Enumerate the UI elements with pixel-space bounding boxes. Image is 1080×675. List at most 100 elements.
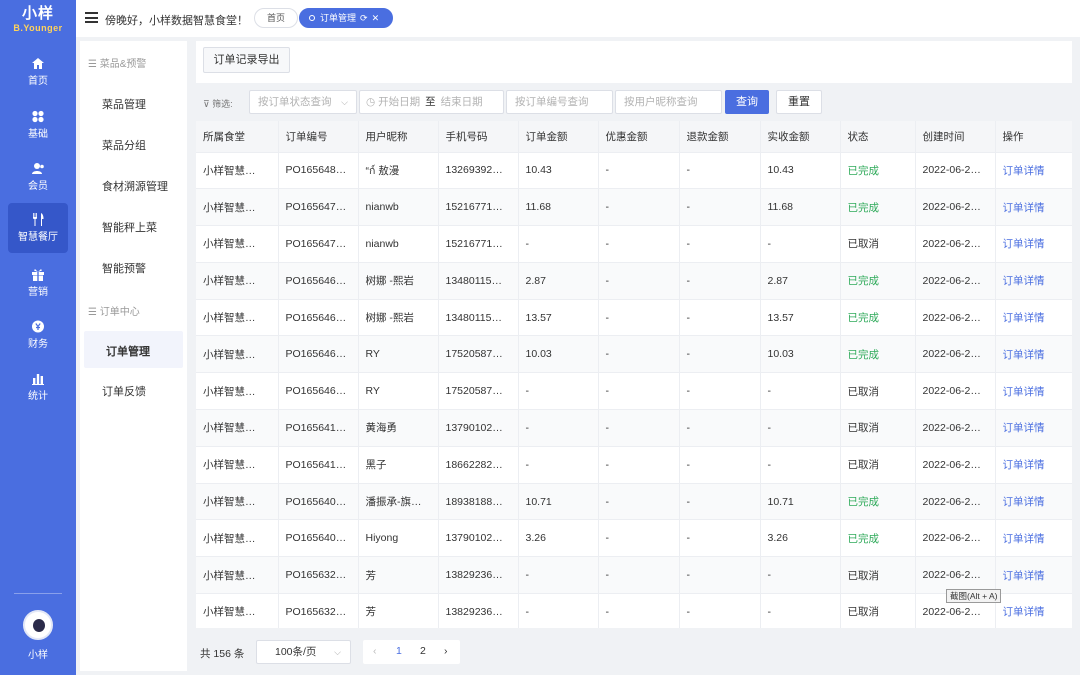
table-cell: - [760, 225, 841, 263]
avatar[interactable] [23, 610, 53, 640]
order-detail-link[interactable]: 订单详情 [995, 152, 1072, 190]
table-cell: - [679, 593, 761, 628]
column-header: 用户昵称 [358, 121, 439, 153]
rail-item-home[interactable]: 首页 [0, 57, 76, 87]
sidebar-item-label: 订单管理 [106, 346, 150, 358]
table-cell: - [598, 262, 680, 300]
table-cell: 2022-06-2… [915, 152, 996, 190]
refresh-icon[interactable]: ⟳ [360, 13, 368, 23]
order-detail-link[interactable]: 订单详情 [995, 593, 1072, 628]
order-detail-link[interactable]: 订单详情 [995, 446, 1072, 484]
status-cell: 已完成 [840, 335, 916, 374]
status-cell: 已完成 [840, 262, 916, 300]
order-detail-link[interactable]: 订单详情 [995, 556, 1072, 595]
sidebar-item-order-management[interactable]: 订单管理 [84, 331, 183, 368]
chevron-down-icon: ⌵ [341, 97, 348, 107]
order-status-select[interactable]: 按订单状态查询 ⌵ [249, 90, 357, 114]
rail-item-marketing[interactable]: 营销 [0, 268, 76, 298]
rail-item-finance[interactable]: 财务 [0, 320, 76, 350]
page-size-select[interactable]: 100条/页 ⌵ [256, 640, 351, 664]
rail-item-label: 智慧餐厅 [18, 232, 58, 243]
sidebar-item-smart-scale[interactable]: 智能秤上菜 [102, 219, 157, 235]
column-header: 手机号码 [438, 121, 519, 153]
table-cell: RY [358, 372, 439, 411]
sidebar-item-order-feedback[interactable]: 订单反馈 [102, 383, 146, 399]
currency-icon [32, 320, 44, 333]
table-row: 小样智慧… PO165646… RY 17520587… - - - - 已取消 2022-06-… [196, 372, 1072, 411]
column-header: 优惠金额 [598, 121, 680, 153]
sidebar-item-dish-groups[interactable]: 菜品分组 [102, 137, 146, 153]
status-cell: 已完成 [840, 483, 916, 521]
filter-icon: ⊽ [203, 99, 213, 109]
sidebar-item-dish-management[interactable]: 菜品管理 [102, 96, 146, 112]
page-2[interactable]: 2 [420, 645, 426, 657]
status-cell: 已完成 [840, 188, 916, 227]
sidebar-item-smart-alert[interactable]: 智能预警 [102, 260, 146, 276]
table-cell: - [679, 188, 761, 227]
table-cell: - [679, 409, 761, 447]
main-sidebar: 小样 B.Younger 首页 基础 会员 智慧餐厅 营销 财务 统计 小样 [0, 0, 76, 675]
order-number-input[interactable]: 按订单编号查询 [506, 90, 613, 114]
table-cell: 小样智慧… [196, 299, 279, 337]
table-cell: 2022-06-2… [915, 262, 996, 300]
status-cell: 已完成 [840, 152, 916, 190]
column-header: 退款金额 [679, 121, 761, 153]
date-range-picker[interactable]: ◷ 开始日期至结束日期 [359, 90, 504, 114]
table-row: 小样智慧… PO165632… 芳 13829236… - - - - 已取消 2022-06-2… [196, 556, 1072, 595]
prev-page-icon[interactable]: ‹ [373, 645, 377, 657]
page-1[interactable]: 1 [396, 645, 402, 657]
table-cell: 10.43 [518, 152, 599, 190]
table-cell: PO165646… [278, 262, 359, 300]
order-detail-link[interactable]: 订单详情 [995, 262, 1072, 300]
table-cell: - [760, 409, 841, 447]
rail-item-basic[interactable]: 基础 [0, 110, 76, 140]
table-cell: 小样智慧… [196, 225, 279, 263]
table-cell: 2022-06-2… [915, 446, 996, 484]
table-cell: 3.26 [518, 519, 599, 558]
table-cell: - [679, 225, 761, 263]
table-cell: 11.68 [518, 188, 599, 227]
order-detail-link[interactable]: 订单详情 [995, 188, 1072, 227]
table-cell: 2022-06-2… [915, 188, 996, 227]
tab-label: 订单管理 [320, 13, 357, 23]
export-orders-button[interactable]: 订单记录导出 [203, 47, 290, 73]
table-cell: 13269392… [438, 152, 519, 190]
table-cell: 2022-06-2… [915, 299, 996, 337]
menu-toggle-icon[interactable] [85, 12, 98, 23]
rail-item-statistics[interactable]: 统计 [0, 372, 76, 402]
table-cell: 小样智慧… [196, 152, 279, 190]
tab-home[interactable]: 首页 [254, 8, 298, 28]
user-icon [32, 163, 44, 174]
table-cell: 13790102… [438, 519, 519, 558]
tab-order-management[interactable]: 订单管理 ⟳ ✕ [299, 8, 393, 28]
order-detail-link[interactable]: 订单详情 [995, 409, 1072, 447]
order-detail-link[interactable]: 订单详情 [995, 225, 1072, 263]
table-cell: 小样智慧… [196, 483, 279, 521]
table-cell: 黄海勇 [358, 409, 439, 447]
table-cell: PO165641… [278, 446, 359, 484]
next-page-icon[interactable]: › [444, 645, 448, 657]
table-cell: 10.03 [760, 335, 841, 374]
rail-item-members[interactable]: 会员 [0, 162, 76, 192]
table-row: 小样智慧… PO165646… RY 17520587… 10.03- -10.03 已完成… [196, 335, 1072, 374]
table-header-row: 所属食堂 订单编号 用户昵称 手机号码 订单金额 优惠金额 退款金额 实收金额 状态 创建时间 操作 [196, 121, 1072, 153]
nickname-input[interactable]: 按用户昵称查询 [615, 90, 722, 114]
query-button[interactable]: 查询 [725, 90, 769, 114]
table-cell: - [760, 372, 841, 411]
order-detail-link[interactable]: 订单详情 [995, 299, 1072, 337]
rail-item-smart-restaurant[interactable]: 智慧餐厅 [8, 203, 68, 253]
table-cell: - [518, 372, 599, 411]
close-icon[interactable]: ✕ [372, 13, 380, 23]
brand-logo: 小样 B.Younger [0, 0, 76, 44]
list-icon: ☰ [88, 307, 100, 318]
order-detail-link[interactable]: 订单详情 [995, 372, 1072, 411]
table-cell: - [679, 519, 761, 558]
order-detail-link[interactable]: 订单详情 [995, 519, 1072, 558]
sidebar-item-ingredient-tracing[interactable]: 食材溯源管理 [102, 178, 168, 194]
table-cell: - [598, 593, 680, 628]
total-count: 共 156 条 [200, 648, 245, 660]
order-detail-link[interactable]: 订单详情 [995, 483, 1072, 521]
user-name: 小样 [28, 650, 48, 661]
reset-button[interactable]: 重置 [776, 90, 822, 114]
order-detail-link[interactable]: 订单详情 [995, 335, 1072, 374]
